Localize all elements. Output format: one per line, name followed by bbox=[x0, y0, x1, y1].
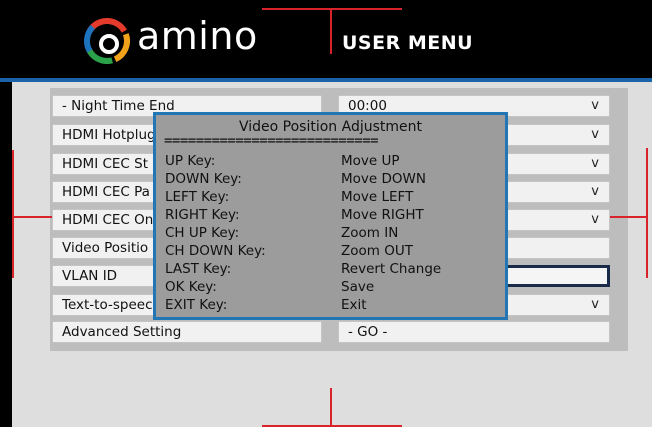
key-name: UP Key: bbox=[165, 153, 216, 169]
chevron-down-icon[interactable]: v bbox=[591, 96, 599, 116]
header-red-divider bbox=[330, 8, 332, 54]
key-action: Move LEFT bbox=[341, 189, 414, 205]
chevron-down-icon[interactable]: v bbox=[591, 210, 599, 230]
key-action: Save bbox=[341, 279, 375, 295]
key-name: RIGHT Key: bbox=[165, 207, 240, 223]
logo-wordmark: amino bbox=[137, 14, 258, 58]
key-action: Revert Change bbox=[341, 261, 442, 277]
key-name: OK Key: bbox=[165, 279, 217, 295]
chevron-down-icon[interactable]: v bbox=[591, 154, 599, 174]
header: amino USER MENU bbox=[0, 0, 652, 80]
header-red-line bbox=[262, 8, 402, 10]
video-position-dialog: Video Position Adjustment ==============… bbox=[153, 112, 508, 320]
key-name: LEFT Key: bbox=[165, 189, 230, 205]
menu-row[interactable]: Advanced Setting - GO - bbox=[0, 321, 652, 343]
key-name: CH DOWN Key: bbox=[165, 243, 266, 259]
dialog-separator: =========================== bbox=[164, 133, 379, 149]
advanced-go-button[interactable]: - GO - bbox=[338, 321, 610, 343]
page-title: USER MENU bbox=[342, 32, 474, 54]
chevron-down-icon[interactable]: v bbox=[591, 182, 599, 202]
key-action: Zoom IN bbox=[341, 225, 399, 241]
key-name: EXIT Key: bbox=[165, 297, 228, 313]
menu-row-label: Advanced Setting bbox=[52, 321, 322, 343]
key-name: LAST Key: bbox=[165, 261, 232, 277]
bottom-marker-vert bbox=[330, 388, 332, 427]
key-action: Move DOWN bbox=[341, 171, 426, 187]
chevron-down-icon[interactable]: v bbox=[591, 125, 599, 145]
key-name: CH UP Key: bbox=[165, 225, 240, 241]
amino-logo-icon bbox=[84, 18, 130, 64]
key-name: DOWN Key: bbox=[165, 171, 242, 187]
key-action: Move UP bbox=[341, 153, 400, 169]
key-action: Exit bbox=[341, 297, 367, 313]
key-action: Zoom OUT bbox=[341, 243, 413, 259]
key-action: Move RIGHT bbox=[341, 207, 424, 223]
chevron-down-icon[interactable]: v bbox=[591, 295, 599, 315]
